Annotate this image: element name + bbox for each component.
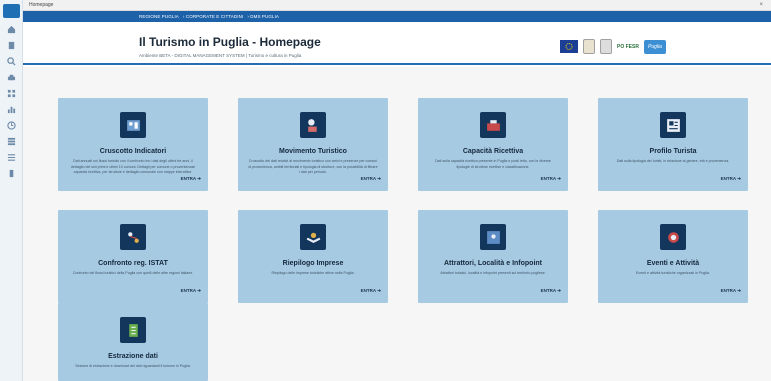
- entra-button[interactable]: ENTRA ➔: [721, 176, 741, 182]
- movement-icon: [300, 112, 326, 138]
- events-icon: [660, 224, 686, 250]
- card-title: Capacità Ricettiva: [462, 148, 524, 155]
- card-description: Riepilogo delle imprese turistiche attiv…: [271, 271, 355, 275]
- dashboard-icon: [120, 112, 146, 138]
- compare-icon: [120, 224, 146, 250]
- hotel-icon: [480, 112, 506, 138]
- entra-button[interactable]: ENTRA ➔: [541, 288, 561, 294]
- card-profilo-turista[interactable]: Profilo Turista Dati sulla tipologia dei…: [598, 98, 748, 191]
- business-icon: [300, 224, 326, 250]
- building-icon[interactable]: [5, 40, 18, 50]
- tab-homepage[interactable]: Homepage: [29, 2, 53, 8]
- search-icon[interactable]: [5, 56, 18, 66]
- list-icon[interactable]: [5, 152, 18, 162]
- card-eventi-attivita[interactable]: Eventi e Attività Eventi e attività turi…: [598, 210, 748, 303]
- map-icon: [480, 224, 506, 250]
- app-logo[interactable]: [2, 4, 20, 18]
- card-title: Attrattori, Località e Infopoint: [444, 260, 542, 267]
- card-riepilogo-imprese[interactable]: Riepilogo Imprese Riepilogo delle impres…: [238, 210, 388, 303]
- partner-logos: PO FESR Puglia: [560, 39, 666, 54]
- region-seal-logo: [583, 39, 595, 54]
- entra-button[interactable]: ENTRA ➔: [181, 176, 201, 182]
- card-description: Eventi e attività turistiche organizzati…: [636, 271, 710, 275]
- car-icon[interactable]: [5, 72, 18, 82]
- card-cruscotto-indicatori[interactable]: Cruscotto Indicatori Dati annuali sui fl…: [58, 98, 208, 191]
- export-icon: [120, 317, 146, 343]
- entra-button[interactable]: ENTRA ➔: [721, 288, 741, 294]
- breadcrumb: REGIONE PUGLIA › CORPORATE E CITTADINI › D…: [23, 11, 771, 22]
- card-title: Estrazione dati: [108, 353, 158, 360]
- page-title: Il Turismo in Puglia - Homepage: [139, 35, 321, 49]
- eu-flag-logo: [560, 40, 578, 53]
- card-attrattori-localita[interactable]: Attrattori, Località e Infopoint Attratt…: [418, 210, 568, 303]
- breadcrumb-item[interactable]: CORPORATE E CITTADINI: [186, 14, 243, 19]
- card-description: Attrattori turistici, località e infopoi…: [440, 271, 546, 275]
- partner-logo: PO FESR: [617, 43, 639, 50]
- window-topbar: Homepage ×: [23, 0, 771, 11]
- breadcrumb-item[interactable]: DMS PUGLIA: [250, 14, 279, 19]
- card-movimento-turistico[interactable]: Movimento Turistico Cruscotto dei dati r…: [238, 98, 388, 191]
- grid-icon[interactable]: [5, 88, 18, 98]
- card-capacita-ricettiva[interactable]: Capacità Ricettiva Dati sulla capacità r…: [418, 98, 568, 191]
- card-description: Dati sulla tipologia dei turisti, in rel…: [616, 159, 730, 163]
- card-confronto-istat[interactable]: Confronto reg. ISTAT Confronto dei fluss…: [58, 210, 208, 303]
- card-title: Confronto reg. ISTAT: [98, 260, 168, 267]
- breadcrumb-item[interactable]: REGIONE PUGLIA: [139, 14, 179, 19]
- stack-icon[interactable]: [5, 136, 18, 146]
- region-seal-logo: [600, 39, 612, 54]
- entra-button[interactable]: ENTRA ➔: [361, 288, 381, 294]
- card-description: Sezione di estrazione e download dei dat…: [75, 364, 191, 368]
- card-title: Profilo Turista: [649, 148, 697, 155]
- card-title: Movimento Turistico: [279, 148, 347, 155]
- card-title: Riepilogo Imprese: [282, 260, 344, 267]
- profile-icon: [660, 112, 686, 138]
- card-description: Cruscotto dei dati relativi al movimento…: [248, 159, 378, 174]
- puglia-brand-logo: Puglia: [643, 39, 666, 54]
- left-rail: [0, 0, 23, 381]
- page-subtitle: Ambiente BETA - DIGITAL MANAGEMENT SYSTE…: [139, 53, 302, 58]
- card-description: Confronto dei flussi turistici della Pug…: [72, 271, 194, 275]
- card-estrazione-dati[interactable]: Estrazione dati Sezione di estrazione e …: [58, 303, 208, 381]
- app-root: Homepage × REGIONE PUGLIA › CORPORATE E C…: [0, 0, 771, 381]
- entra-button[interactable]: ENTRA ➔: [541, 176, 561, 182]
- card-description: Dati annuali sui flussi turistici con il…: [70, 159, 196, 174]
- entra-button[interactable]: ENTRA ➔: [361, 176, 381, 182]
- clock-icon[interactable]: [5, 120, 18, 130]
- home-icon[interactable]: [5, 24, 18, 34]
- entra-button[interactable]: ENTRA ➔: [181, 288, 201, 294]
- close-icon[interactable]: ×: [759, 0, 763, 11]
- card-description: Dati sulla capacità ricettiva presente i…: [435, 159, 551, 169]
- settings-icon[interactable]: [5, 168, 18, 178]
- card-title: Eventi e Attività: [646, 260, 700, 267]
- chart-icon[interactable]: [5, 104, 18, 114]
- main-content: Cruscotto Indicatori Dati annuali sui fl…: [23, 67, 771, 381]
- page-header: Il Turismo in Puglia - Homepage Ambiente…: [23, 22, 771, 65]
- card-title: Cruscotto Indicatori: [99, 148, 167, 155]
